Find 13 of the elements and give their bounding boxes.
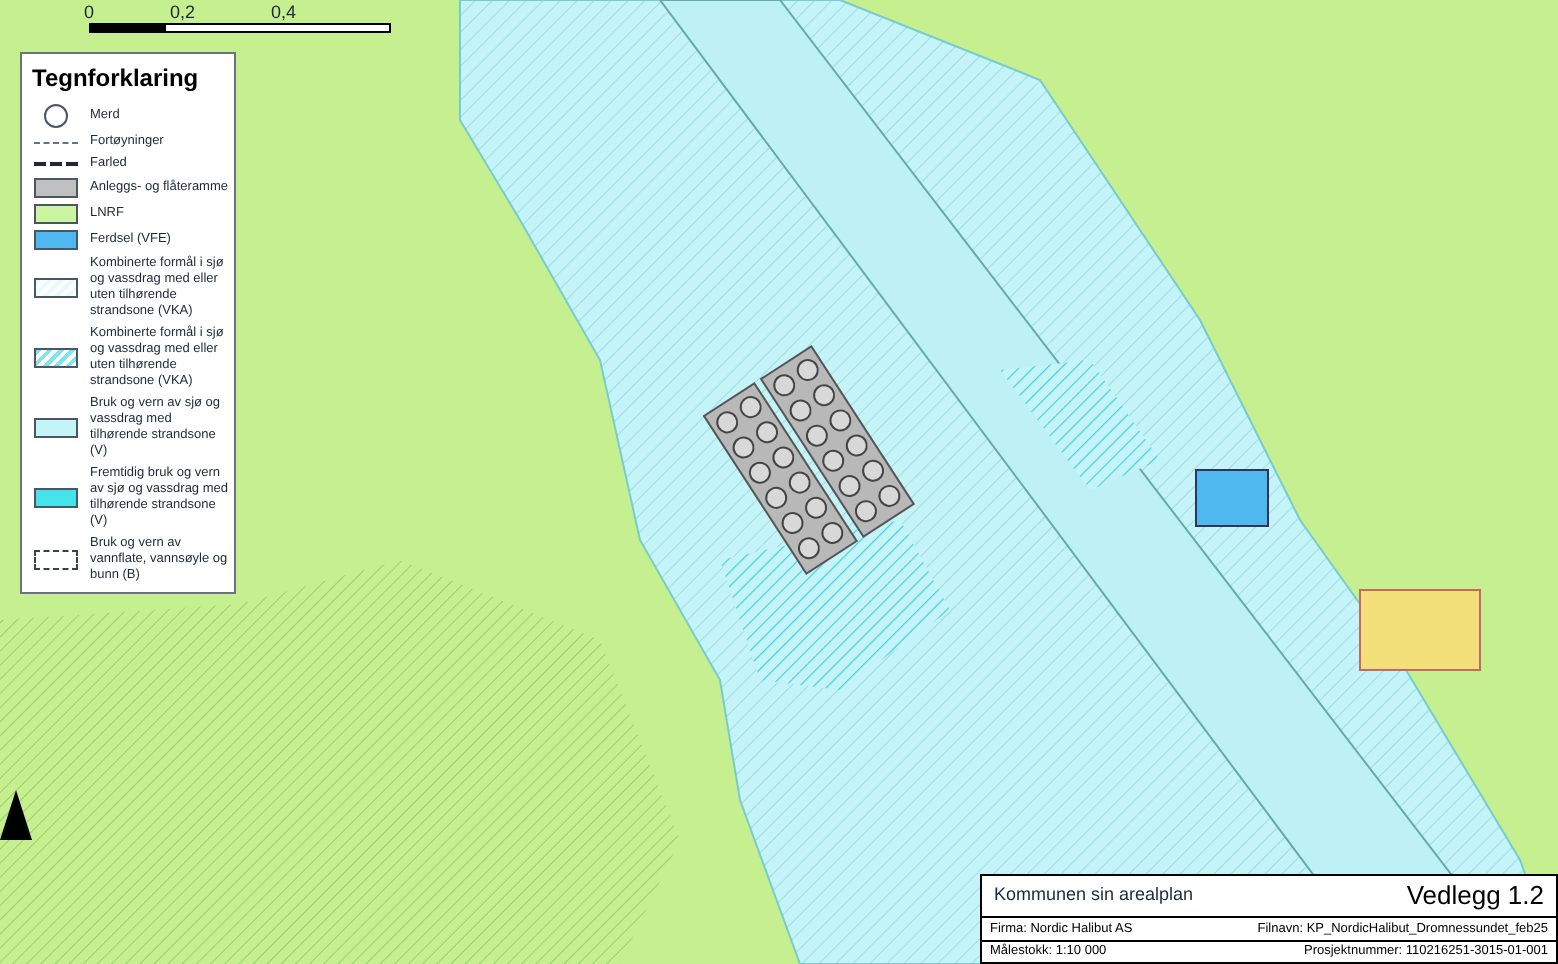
dashed-line-icon xyxy=(34,141,78,143)
scale-label: 0,2 xyxy=(170,2,196,22)
harbor-area-drawing xyxy=(1195,469,1269,527)
appendix-label: Vedlegg 1.2 xyxy=(1406,878,1544,915)
north-arrow-icon xyxy=(0,790,32,840)
zone-outline-drawing xyxy=(1359,589,1481,671)
dashed-box-icon xyxy=(34,550,78,570)
legend-title: Tegnforklaring xyxy=(32,62,201,96)
dashed-line-icon xyxy=(34,162,78,166)
cage-symbol-icon xyxy=(44,104,68,128)
scale-label: 0 xyxy=(84,2,95,22)
scale-label: 0,4 xyxy=(271,2,297,22)
plan-heading: Kommunen sin arealplan xyxy=(994,882,1194,909)
